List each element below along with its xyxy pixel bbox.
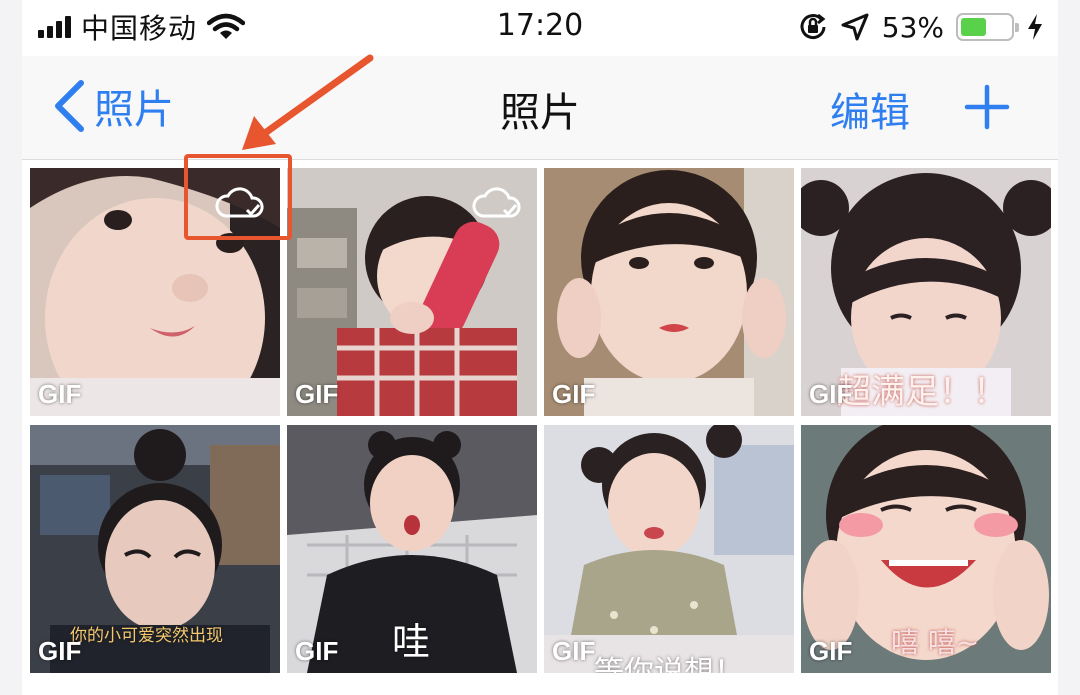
annotation-arrow-icon [242,54,374,150]
status-bar: 中国移动 17:20 53% [22,0,1058,56]
edit-button[interactable]: 编辑 [830,80,910,138]
photo-grid: GIF GIF GIF 超满足！！ GIF 你的小可爱突然出现 GIF 哇 GI… [30,168,1051,674]
charging-bolt-icon [1028,14,1042,40]
gif-badge: GIF [295,636,339,666]
gif-badge: GIF [552,379,596,409]
photo-thumbnail[interactable]: GIF [287,168,537,416]
cloud-icon[interactable] [471,182,523,222]
gif-badge: GIF [552,636,596,666]
photo-thumbnail[interactable]: GIF [544,168,794,416]
gif-badge: GIF [38,636,82,666]
battery-level [961,18,987,36]
photo-caption: 嘻 嘻~ [891,626,980,659]
photo-thumbnail[interactable]: 超满足！！ GIF [801,168,1051,416]
photo-caption: 等你说想！ [594,655,744,673]
photo-caption: 超满足！！ [837,372,1007,412]
gif-badge: GIF [295,379,339,409]
photos-screen: 中国移动 17:20 53% 照片 照片 编辑 GIF GIF GIF 超满足！… [22,0,1058,695]
plus-icon[interactable] [964,84,1010,130]
photo-caption: 你的小可爱突然出现 [70,626,223,646]
gif-badge: GIF [809,379,853,409]
location-arrow-icon [841,13,869,41]
annotation-highlight-box [184,154,292,240]
status-bar-right: 53% [798,8,1044,46]
photo-thumbnail[interactable]: 哇 GIF [287,425,537,673]
gif-badge: GIF [38,379,82,409]
gif-badge: GIF [809,636,853,666]
battery-percent: 53% [881,10,944,44]
navigation-bar: 照片 照片 编辑 [22,56,1058,160]
orientation-lock-icon [800,13,826,40]
screenshot: 中国移动 17:20 53% 照片 照片 编辑 GIF GIF GIF 超满足！… [0,0,1080,695]
photo-caption: 哇 [392,620,431,664]
photo-thumbnail[interactable]: 嘻 嘻~ GIF [801,425,1051,673]
battery-icon [956,13,1019,41]
photo-thumbnail[interactable]: 你的小可爱突然出现 GIF [30,425,280,673]
photo-thumbnail[interactable]: 等你说想！ GIF [544,425,794,673]
